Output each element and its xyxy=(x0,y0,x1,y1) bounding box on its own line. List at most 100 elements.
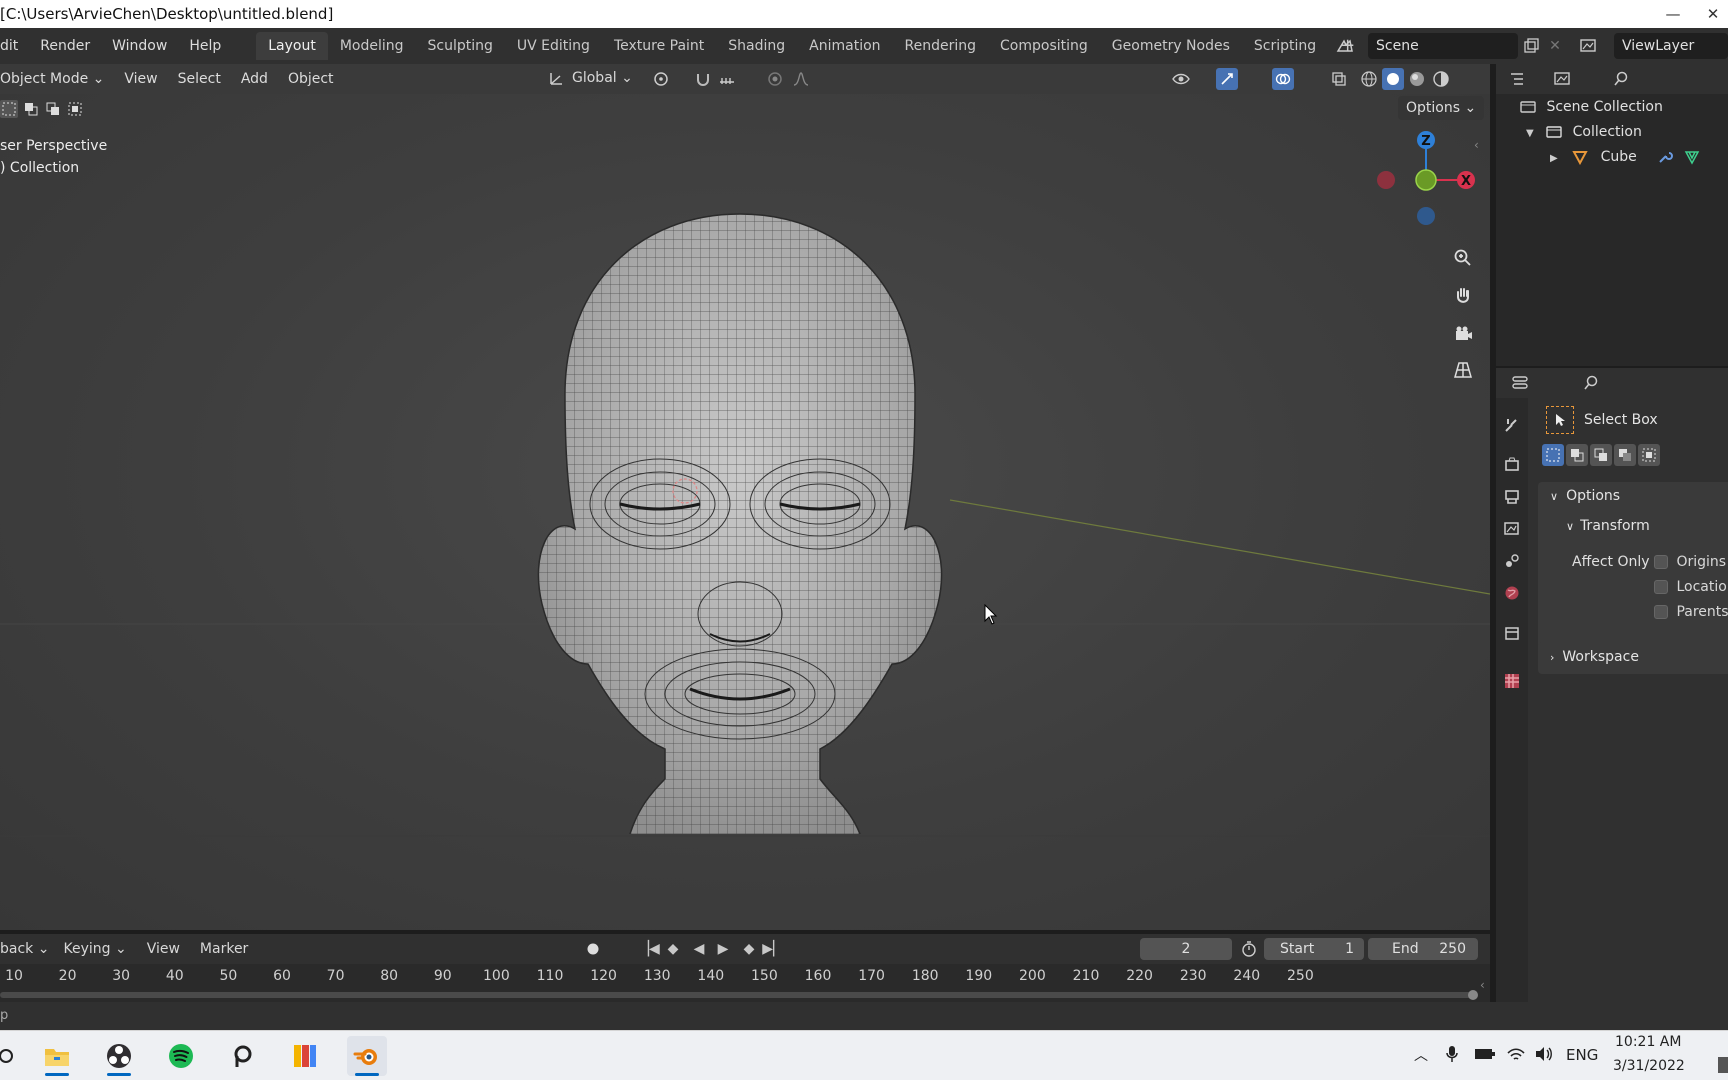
orientation-dropdown[interactable]: Global ⌄ xyxy=(572,70,633,86)
show-desktop-button[interactable] xyxy=(1718,1057,1728,1073)
select-menu[interactable]: Select xyxy=(168,71,231,87)
workspace-panel-header[interactable]: › Workspace xyxy=(1550,649,1639,665)
mode-intersect-icon[interactable] xyxy=(1638,444,1660,466)
object-menu[interactable]: Object xyxy=(278,71,344,87)
world-tab-icon[interactable] xyxy=(1501,582,1523,604)
menu-help[interactable]: Help xyxy=(178,28,232,64)
snap-icon[interactable] xyxy=(692,68,714,90)
scrollbar-handle[interactable] xyxy=(1468,990,1478,1000)
transform-subpanel-header[interactable]: ∨ Transform xyxy=(1566,518,1650,534)
material-shading-icon[interactable] xyxy=(1406,68,1428,90)
falloff-icon[interactable] xyxy=(790,68,812,90)
volume-icon[interactable] xyxy=(1534,1045,1554,1067)
object-mode-dropdown[interactable]: Object Mode ⌄ xyxy=(0,71,114,87)
microphone-icon[interactable] xyxy=(1446,1045,1458,1067)
tab-uv-editing[interactable]: UV Editing xyxy=(505,32,602,60)
search-taskbar-icon[interactable] xyxy=(0,1036,26,1076)
tab-compositing[interactable]: Compositing xyxy=(988,32,1100,60)
outliner-editor-type-icon[interactable] xyxy=(1508,68,1530,90)
close-button[interactable]: ✕ xyxy=(1690,0,1728,28)
outliner-search-icon[interactable] xyxy=(1610,68,1632,90)
pycharm-icon[interactable] xyxy=(223,1036,263,1076)
gizmo-toggle-icon[interactable] xyxy=(1216,68,1238,90)
play-icon[interactable]: ▶ xyxy=(712,938,734,960)
camera-view-icon[interactable] xyxy=(1449,320,1477,348)
location-checkbox[interactable] xyxy=(1654,580,1668,594)
active-tool-row[interactable]: Select Box xyxy=(1546,406,1658,434)
origins-checkbox-row[interactable]: Origins xyxy=(1654,554,1726,570)
viewlayer-name-field[interactable]: ViewLayer xyxy=(1614,33,1728,59)
pan-hand-icon[interactable] xyxy=(1449,282,1477,310)
view-menu[interactable]: View xyxy=(114,71,167,87)
tab-sculpting[interactable]: Sculpting xyxy=(416,32,505,60)
location-checkbox-row[interactable]: Location xyxy=(1654,579,1728,595)
mode-difference-icon[interactable] xyxy=(1614,444,1636,466)
scene-tab-icon[interactable] xyxy=(1501,550,1523,572)
proportional-edit-icon[interactable] xyxy=(764,68,786,90)
timeline-area[interactable]: 10 20 30 40 50 60 70 80 90 100 110 120 130 140 150 160 1… xyxy=(0,964,1490,1002)
obs-studio-icon[interactable] xyxy=(99,1036,139,1076)
snap-increment-icon[interactable] xyxy=(716,68,738,90)
parents-checkbox-row[interactable]: Parents xyxy=(1654,604,1728,620)
end-frame-field[interactable]: End 250 xyxy=(1368,938,1478,960)
marker-menu[interactable]: Marker xyxy=(190,941,258,957)
display-mode-icon[interactable] xyxy=(1552,68,1574,90)
mode-set-icon[interactable] xyxy=(1542,444,1564,466)
expand-arrow-icon[interactable]: ▶ xyxy=(1550,153,1558,164)
sidebar-toggle-icon[interactable]: ‹ xyxy=(1474,138,1479,152)
tab-modeling[interactable]: Modeling xyxy=(328,32,416,60)
tree-row-cube[interactable]: ▶ Cube xyxy=(1550,145,1700,169)
tab-scripting[interactable]: Scripting xyxy=(1242,32,1328,60)
add-menu[interactable]: Add xyxy=(231,71,278,87)
zoom-icon[interactable] xyxy=(1449,244,1477,272)
current-frame-field[interactable]: 2 xyxy=(1140,938,1232,960)
battery-icon[interactable] xyxy=(1474,1047,1496,1065)
language-indicator[interactable]: ENG xyxy=(1566,1046,1598,1064)
delete-scene-icon[interactable]: ✕ xyxy=(1544,35,1566,57)
tree-row-collection[interactable]: ▼ Collection xyxy=(1526,120,1642,144)
menu-window[interactable]: Window xyxy=(101,28,178,64)
tab-geometry-nodes[interactable]: Geometry Nodes xyxy=(1100,32,1242,60)
keying-menu[interactable]: Keying ⌄ xyxy=(53,941,136,957)
timeline-scrollbar[interactable] xyxy=(0,990,1478,1000)
timeline-view-menu[interactable]: View xyxy=(137,941,190,957)
xray-toggle-icon[interactable] xyxy=(1328,68,1350,90)
overlays-toggle-icon[interactable] xyxy=(1272,68,1294,90)
collection-tab-icon[interactable] xyxy=(1501,622,1523,644)
view-layer-tab-icon[interactable] xyxy=(1501,518,1523,540)
mode-subtract-icon[interactable] xyxy=(1590,444,1612,466)
head-mesh[interactable] xyxy=(520,194,960,834)
playback-menu[interactable]: back ⌄ xyxy=(0,941,53,957)
properties-search-icon[interactable] xyxy=(1580,372,1602,394)
menu-edit[interactable]: dit xyxy=(0,28,29,64)
modifier-wrench-icon[interactable] xyxy=(1657,149,1674,165)
tab-shading[interactable]: Shading xyxy=(716,32,797,60)
perspective-grid-icon[interactable] xyxy=(1449,356,1477,384)
tool-tab-icon[interactable] xyxy=(1501,414,1523,436)
menu-render[interactable]: Render xyxy=(29,28,101,64)
jump-start-icon[interactable]: ▕◀ xyxy=(638,938,660,960)
render-tab-icon[interactable] xyxy=(1501,454,1523,476)
rendered-shading-icon[interactable] xyxy=(1430,68,1452,90)
wireframe-shading-icon[interactable] xyxy=(1358,68,1380,90)
record-keyframe-icon[interactable] xyxy=(582,938,604,960)
solid-shading-icon[interactable] xyxy=(1382,68,1404,90)
wifi-icon[interactable] xyxy=(1506,1045,1526,1067)
clock-time[interactable]: 10:21 AM xyxy=(1615,1034,1681,1050)
blender-taskbar-icon[interactable] xyxy=(347,1036,387,1076)
spotify-icon[interactable] xyxy=(161,1036,201,1076)
prev-keyframe-icon[interactable]: ◆ xyxy=(662,938,684,960)
tray-chevron-up-icon[interactable]: ︿ xyxy=(1414,1045,1428,1065)
workspace-panel[interactable]: › Workspace xyxy=(1538,642,1728,674)
visibility-eye-icon[interactable] xyxy=(1170,68,1192,90)
properties-editor-type-icon[interactable] xyxy=(1510,372,1532,394)
timeline-collapse-icon[interactable]: ‹ xyxy=(1480,978,1485,992)
texture-tab-icon[interactable] xyxy=(1501,670,1523,692)
tree-row-scene-collection[interactable]: Scene Collection xyxy=(1520,95,1663,119)
mode-extend-icon[interactable] xyxy=(1566,444,1588,466)
tab-animation[interactable]: Animation xyxy=(797,32,892,60)
start-frame-field[interactable]: Start 1 xyxy=(1264,938,1364,960)
options-panel-header[interactable]: ∨ Options xyxy=(1550,488,1620,504)
collapse-arrow-icon[interactable]: ▼ xyxy=(1526,128,1534,139)
origins-checkbox[interactable] xyxy=(1654,555,1668,569)
